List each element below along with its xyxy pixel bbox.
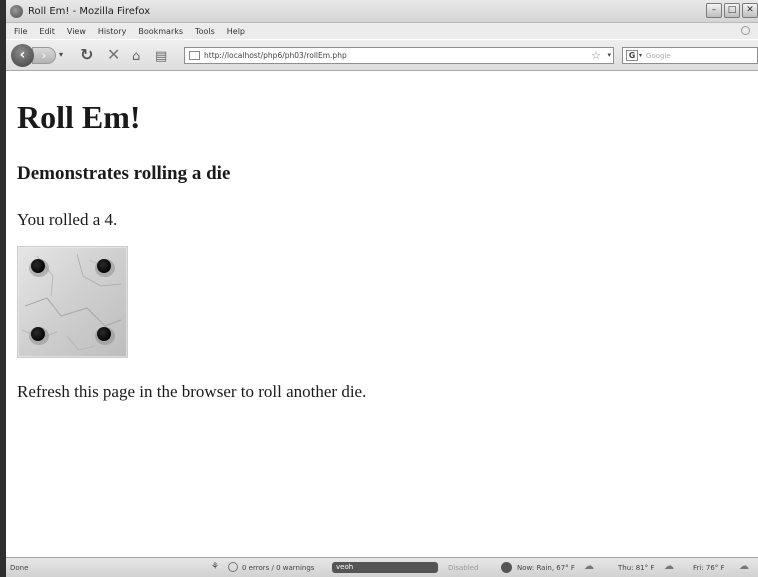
home-icon[interactable]: ⌂ [132, 48, 140, 66]
firefox-icon [10, 4, 23, 18]
window-controls: – □ ✕ [704, 3, 758, 18]
stop-icon[interactable]: ✕ [107, 46, 120, 64]
weather-icon [501, 562, 512, 573]
roll-result-text: You rolled a 4. [17, 210, 118, 229]
maximize-button[interactable]: □ [724, 3, 740, 18]
rain-cloud-icon: ☁ [584, 561, 594, 572]
site-icon [189, 51, 200, 60]
star-icon[interactable]: ☆ [591, 49, 601, 62]
menu-view[interactable]: View [67, 27, 86, 36]
engine-dropdown-icon[interactable]: ▾ [639, 52, 642, 59]
addon-icon[interactable]: ⚘ [211, 562, 219, 572]
reload-icon[interactable]: ↻ [80, 46, 93, 64]
back-button[interactable]: ‹ [11, 44, 34, 67]
disabled-label[interactable]: Disabled [448, 564, 478, 572]
die-pip [29, 327, 49, 345]
page-subtitle: Demonstrates rolling a die [17, 163, 231, 184]
browser-window: Roll Em! - Mozilla Firefox – □ ✕ File Ed… [0, 0, 758, 577]
menu-bar: File Edit View History Bookmarks Tools H… [6, 23, 758, 39]
url-text: http://localhost/php6/ph03/rollEm.php [204, 51, 347, 60]
weather-fri[interactable]: Fri: 76° F [693, 564, 725, 572]
menu-file[interactable]: File [14, 27, 27, 36]
google-icon[interactable]: G [626, 50, 638, 61]
bookmark-page-icon[interactable]: ▤ [155, 48, 167, 66]
thu-cloud-icon: ☁ [664, 561, 674, 572]
activity-spinner-icon [741, 26, 750, 35]
weather-thu[interactable]: Thu: 81° F [618, 564, 654, 572]
status-text: Done [10, 564, 29, 572]
die-image [17, 246, 128, 358]
die-pip [29, 259, 49, 277]
page-title: Roll Em! [17, 99, 141, 135]
window-title: Roll Em! - Mozilla Firefox [28, 5, 151, 17]
menu-help[interactable]: Help [227, 27, 245, 36]
die-pip [95, 259, 115, 277]
refresh-instruction-text: Refresh this page in the browser to roll… [17, 382, 367, 401]
error-count[interactable]: 0 errors / 0 warnings [242, 564, 314, 572]
status-bar: Done ⚘ 0 errors / 0 warnings veoh Disabl… [6, 557, 758, 577]
weather-now[interactable]: Now: Rain, 67° F [517, 564, 575, 572]
page-content: Roll Em! Demonstrates rolling a die You … [6, 71, 758, 557]
close-button[interactable]: ✕ [742, 3, 758, 18]
veoh-badge[interactable]: veoh [332, 562, 438, 573]
forward-button[interactable]: › [32, 47, 56, 64]
check-icon [228, 562, 238, 572]
search-placeholder: Google [646, 51, 671, 60]
address-bar[interactable]: http://localhost/php6/ph03/rollEm.php ☆ … [184, 47, 614, 64]
menu-tools[interactable]: Tools [195, 27, 215, 36]
menu-bookmarks[interactable]: Bookmarks [138, 27, 183, 36]
die-pip [95, 327, 115, 345]
url-dropdown-icon[interactable]: ▾ [607, 51, 611, 59]
menu-edit[interactable]: Edit [39, 27, 55, 36]
search-box[interactable]: G ▾ Google [622, 47, 758, 64]
history-dropdown-icon[interactable]: ▾ [59, 50, 63, 59]
navigation-toolbar: › ‹ ▾ ↻ ✕ ⌂ ▤ http://localhost/php6/ph03… [6, 40, 758, 71]
menu-history[interactable]: History [98, 27, 126, 36]
title-bar: Roll Em! - Mozilla Firefox – □ ✕ [6, 0, 758, 23]
fri-cloud-icon: ☁ [739, 561, 749, 572]
minimize-button[interactable]: – [706, 3, 722, 18]
